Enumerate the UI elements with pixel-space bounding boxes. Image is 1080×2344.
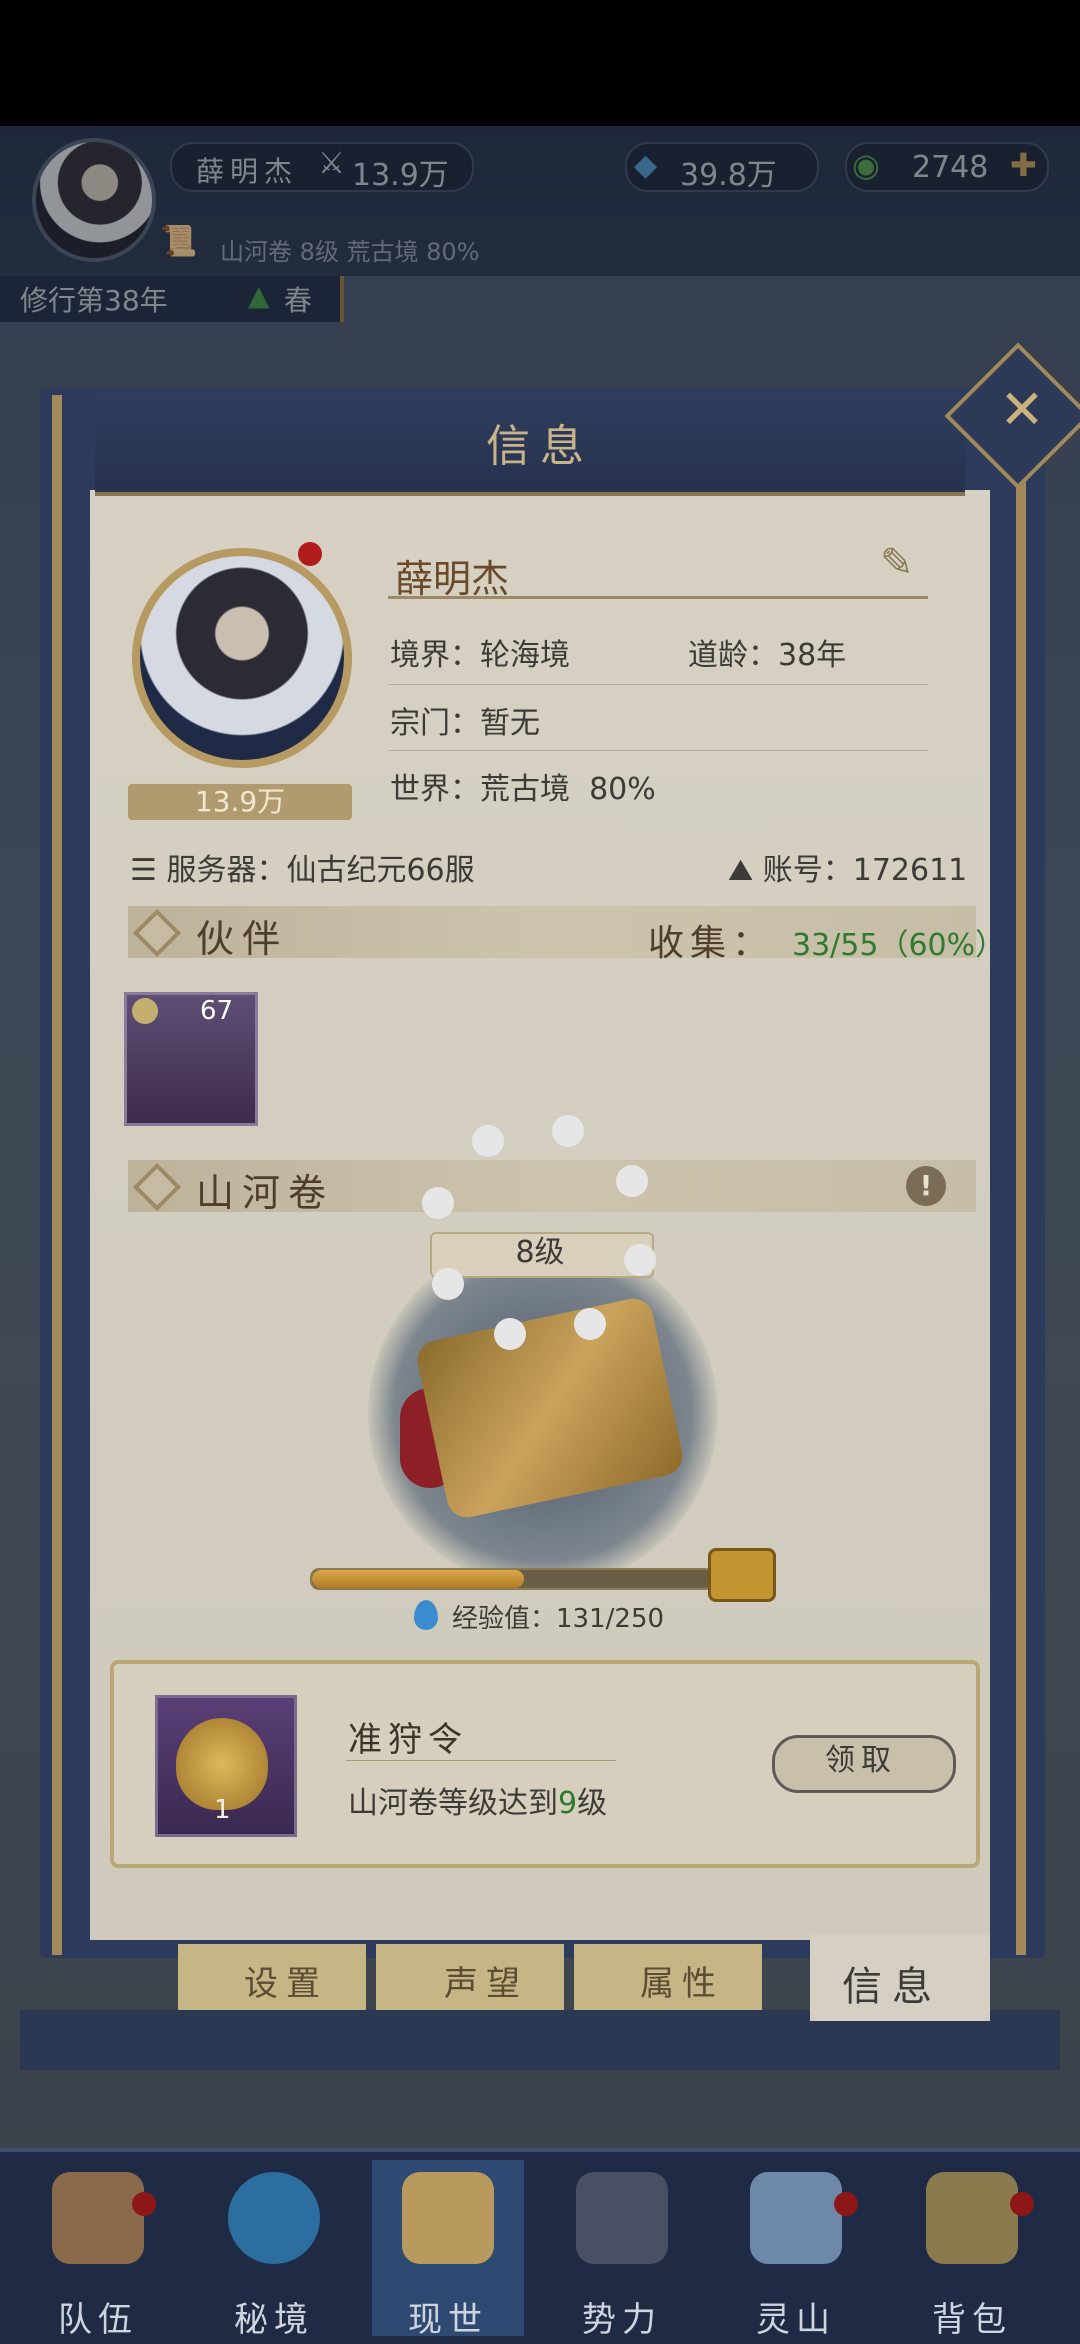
notification-dot [298, 542, 322, 566]
profile-avatar[interactable] [132, 548, 352, 768]
notification-dot [1010, 2192, 1034, 2216]
divider [346, 1760, 616, 1761]
loading-dot [552, 1115, 584, 1147]
loading-dot [422, 1187, 454, 1219]
xp-drop-icon [414, 1600, 438, 1630]
world-label: 世界： [390, 772, 480, 807]
nav-secret-realm-label: 秘境 [234, 2300, 314, 2340]
companion-level: 67 [200, 996, 234, 1026]
sect-value: 暂无 [480, 706, 540, 741]
reward-desc-suffix: 级 [577, 1786, 608, 1821]
notification-dot [834, 2192, 858, 2216]
xp-value: 131/250 [556, 1604, 665, 1634]
sect-label: 宗门： [390, 706, 480, 741]
scroll-level: 8级 [515, 1235, 565, 1270]
world-percent: 80% [589, 772, 656, 807]
account-icon: ⛰ [728, 853, 754, 888]
reward-desc-prefix: 山河卷等级达到 [348, 1786, 558, 1821]
name-underline [388, 596, 928, 599]
loading-dot [616, 1165, 648, 1197]
nav-faction[interactable]: 势力 [536, 2160, 708, 2340]
server-value: 仙古纪元66服 [286, 853, 475, 888]
server-row: ☰ 服务器：仙古纪元66服 [130, 845, 475, 889]
modal-title: 信息 [486, 421, 594, 472]
companion-title: 伙伴 [196, 917, 289, 961]
reward-description: 山河卷等级达到9级 [348, 1778, 607, 1822]
profile-name: 薛明杰 [395, 557, 510, 601]
tab-attributes-label[interactable]: 属性 [640, 1956, 724, 2005]
loading-dot [472, 1125, 504, 1157]
reward-desc-level: 9 [558, 1786, 578, 1821]
nav-present-world[interactable]: 现世 [362, 2160, 534, 2340]
xp-bar-fill [312, 1570, 524, 1588]
nav-secret-realm[interactable]: 秘境 [188, 2160, 360, 2340]
nav-present-world-label: 现世 [408, 2300, 488, 2340]
server-label: 服务器： [166, 853, 287, 888]
profile-power: 13.9万 [194, 785, 286, 818]
element-icon [132, 998, 158, 1024]
collect-value: 33/55（60%） [792, 928, 1006, 963]
account-label: 账号： [762, 853, 853, 888]
backpack-icon [926, 2172, 1018, 2264]
nav-faction-label: 势力 [582, 2300, 662, 2340]
dao-age-value: 38年 [778, 638, 847, 673]
left-rail [52, 395, 62, 1955]
nav-team-label: 队伍 [58, 2300, 138, 2340]
xp-row: 经验值：131/250 [452, 1598, 664, 1635]
right-rail [1016, 395, 1026, 1955]
world-row: 世界：荒古境 80% [390, 764, 656, 808]
collect-label: 收集： [648, 923, 775, 964]
tab-settings-label[interactable]: 设置 [244, 1956, 328, 2005]
dao-age-label: 道龄： [688, 638, 778, 673]
nav-backpack[interactable]: 背包 [886, 2160, 1058, 2340]
sect-row: 宗门：暂无 [390, 698, 540, 742]
divider [388, 684, 928, 685]
xp-label: 经验值： [452, 1604, 557, 1634]
mountain-icon [750, 2172, 842, 2264]
world-value: 荒古境 [480, 772, 570, 807]
loading-dot [494, 1318, 526, 1350]
realm-row: 境界：轮海境 [390, 630, 570, 674]
claim-button-label[interactable]: 领取 [772, 1735, 950, 1787]
notification-dot [132, 2192, 156, 2216]
server-icon: ☰ [130, 853, 157, 888]
nav-team[interactable]: 队伍 [12, 2160, 184, 2340]
account-value: 172611 [852, 853, 968, 888]
treasure-chest-icon[interactable] [708, 1548, 776, 1602]
reward-title: 准狩令 [348, 1720, 468, 1760]
loading-dot [624, 1244, 656, 1276]
brush-icon: ✎ [880, 540, 914, 586]
pagoda-icon [576, 2172, 668, 2264]
portal-icon [228, 2172, 320, 2264]
divider [388, 750, 928, 751]
team-icon [52, 2172, 144, 2264]
status-bar [0, 0, 1080, 126]
close-icon[interactable]: ✕ [992, 380, 1052, 440]
world-map-icon [402, 2172, 494, 2264]
nav-spirit-mountain-label: 灵山 [756, 2300, 836, 2340]
nav-spirit-mountain[interactable]: 灵山 [710, 2160, 882, 2340]
dao-age-row: 道龄：38年 [688, 630, 846, 674]
tab-reputation-label[interactable]: 声望 [444, 1956, 528, 2005]
scroll-title: 山河卷 [196, 1171, 335, 1215]
account-row: ⛰ 账号：172611 [728, 845, 967, 889]
alert-icon[interactable]: ! [906, 1166, 946, 1206]
realm-label: 境界： [390, 638, 480, 673]
loading-dot [574, 1308, 606, 1340]
loading-dot [432, 1268, 464, 1300]
reward-count: 1 [214, 1795, 231, 1825]
tab-info-label[interactable]: 信息 [842, 1954, 942, 2012]
realm-value: 轮海境 [480, 638, 570, 673]
nav-backpack-label: 背包 [932, 2300, 1012, 2340]
